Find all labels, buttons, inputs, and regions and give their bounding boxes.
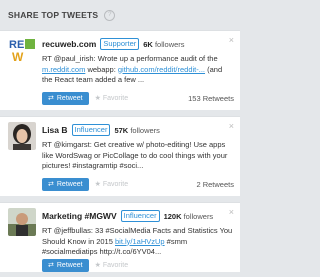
retweet-icon: ⇄ (48, 94, 54, 102)
avatar-marketing[interactable] (8, 208, 36, 236)
user-name[interactable]: Marketing #MGWV (42, 211, 117, 221)
recuweb-logo-icon: RE W (8, 36, 36, 64)
retweet-button[interactable]: ⇄ Retweet (42, 258, 89, 272)
tweet-link[interactable]: bit.ly/1aHVzUp (115, 237, 165, 246)
star-icon: ★ (94, 95, 101, 102)
favorite-button[interactable]: ★ Favorite (94, 180, 129, 189)
retweet-button[interactable]: ⇄ Retweet (42, 177, 89, 191)
favorite-button[interactable]: ★ Favorite (94, 261, 129, 270)
retweet-icon: ⇄ (48, 261, 54, 269)
close-icon[interactable]: × (229, 35, 234, 45)
retweet-count: 153 Retweets (188, 93, 234, 103)
followers-count: 6K followers (143, 39, 185, 49)
close-icon[interactable]: × (229, 207, 234, 217)
profile-photo-icon (8, 122, 36, 150)
tweet-link[interactable]: github.com/reddit/reddit-... (118, 65, 205, 74)
avatar-recuweb[interactable]: RE W (8, 36, 36, 64)
tweet-text: RT @jeffbullas: 33 #SocialMedia Facts an… (42, 226, 233, 256)
widget-title: SHARE TOP TWEETS (8, 10, 99, 20)
avatar-lisa-b[interactable] (8, 122, 36, 150)
tweet-link[interactable]: m.reddit.com (42, 65, 85, 74)
share-top-tweets-widget: SHARE TOP TWEETS ? RE W × recuweb.com Su… (0, 0, 240, 277)
tweet-card: RE W × recuweb.com Supporter 6K follower… (0, 30, 240, 110)
user-name[interactable]: recuweb.com (42, 39, 96, 49)
retweet-button[interactable]: ⇄ Retweet (42, 91, 89, 105)
tweet-card: × Marketing #MGWV Influencer 120K follow… (0, 202, 240, 272)
tweet-text: RT @paul_irish: Wrote up a performance a… (42, 54, 223, 84)
svg-text:W: W (12, 50, 24, 64)
retweet-count: 2 Retweets (196, 179, 234, 189)
help-icon[interactable]: ? (104, 9, 116, 21)
tweet-card: × Lisa B Influencer 57K followers RT @ki… (0, 116, 240, 196)
tweet-text: RT @kimgarst: Get creative w/ photo-edit… (42, 140, 228, 170)
role-badge: Influencer (71, 124, 111, 136)
followers-count: 57K followers (114, 125, 160, 135)
close-icon[interactable]: × (229, 121, 234, 131)
star-icon: ★ (94, 262, 101, 269)
retweet-icon: ⇄ (48, 180, 54, 188)
role-badge: Supporter (100, 38, 140, 50)
user-name[interactable]: Lisa B (42, 125, 68, 135)
widget-header: SHARE TOP TWEETS ? (0, 0, 240, 30)
star-icon: ★ (94, 181, 101, 188)
followers-count: 120K followers (163, 211, 214, 221)
profile-photo-icon (8, 208, 36, 236)
favorite-button[interactable]: ★ Favorite (94, 94, 129, 103)
role-badge: Influencer (120, 210, 160, 222)
